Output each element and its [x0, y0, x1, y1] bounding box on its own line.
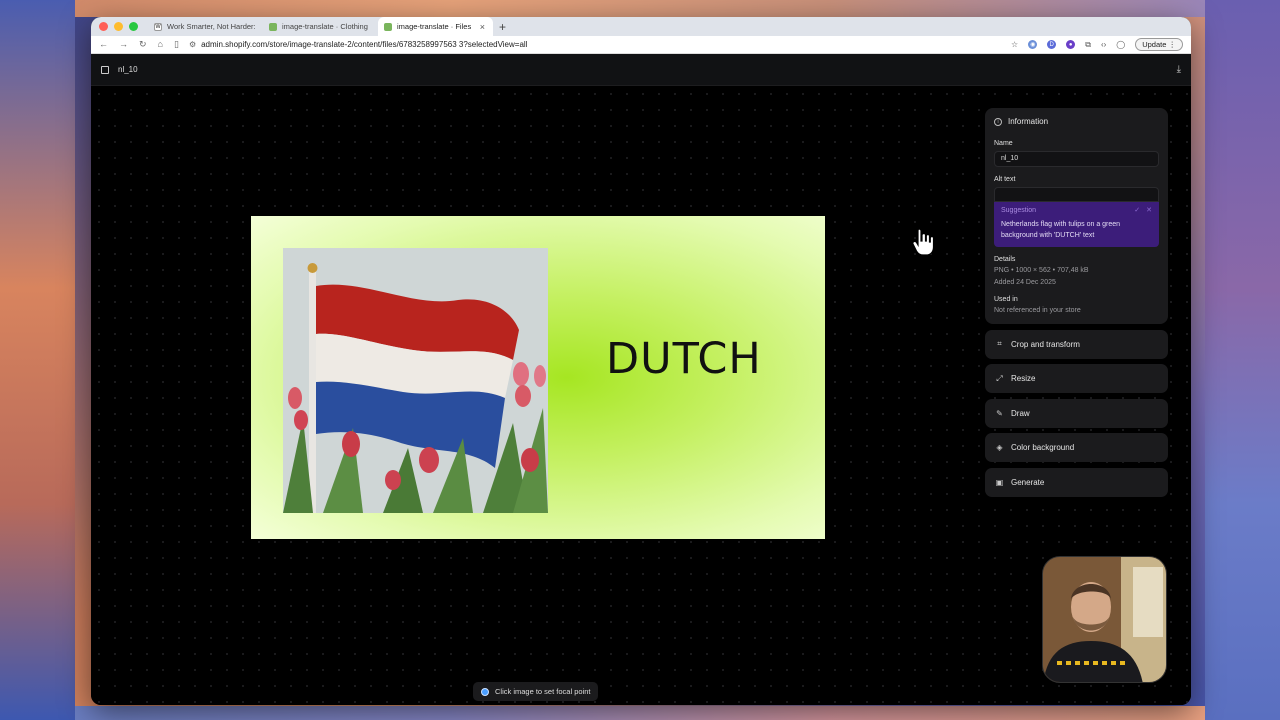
shopify-favicon-icon	[384, 22, 392, 31]
devtools-icon[interactable]: ‹›	[1101, 40, 1106, 49]
browser-window: w Work Smarter, Not Harder: 2 image-tran…	[91, 17, 1191, 705]
action-label: Color background	[1011, 443, 1075, 452]
used-in-label: Used in	[994, 296, 1018, 303]
webcam-overlay	[1042, 556, 1167, 683]
reload-icon[interactable]: ↻	[139, 39, 147, 50]
close-tab-icon[interactable]: ×	[480, 22, 485, 32]
exit-icon[interactable]	[101, 65, 109, 74]
site-settings-icon[interactable]: ⚙	[189, 40, 196, 49]
flag-photo	[283, 248, 548, 513]
sidebar-icon[interactable]: ▯	[174, 39, 179, 50]
suggestion-actions: ✓ ✕	[1134, 206, 1152, 214]
action-label: Crop and transform	[1011, 339, 1080, 349]
action-label: Generate	[1011, 477, 1045, 487]
action-label: Draw	[1011, 408, 1030, 418]
tab-label: image-translate · Clothing is	[282, 22, 370, 31]
download-icon[interactable]: ⤓	[1177, 64, 1181, 75]
new-tab-button[interactable]: +	[499, 20, 506, 34]
resize-button[interactable]: ⤢ Resize	[985, 364, 1168, 393]
desktop-wallpaper-right	[1205, 0, 1280, 720]
information-card: i Information Name nl_10 Alt text Sugges…	[985, 108, 1168, 324]
profile-icon[interactable]: ◯	[1116, 40, 1125, 49]
resize-icon: ⤢	[996, 373, 1003, 383]
file-details-panel: i Information Name nl_10 Alt text Sugges…	[985, 108, 1168, 497]
bookmark-star-icon[interactable]: ☆	[1011, 40, 1018, 49]
url-field[interactable]: ⚙ admin.shopify.com/store/image-translat…	[189, 40, 1001, 49]
extension-d-icon[interactable]: D	[1047, 40, 1057, 49]
tab-label: image-translate · Files	[397, 22, 472, 31]
alt-text-input[interactable]	[994, 187, 1159, 202]
image-preview[interactable]: DUTCH	[251, 216, 825, 539]
info-icon: i	[994, 117, 1002, 126]
file-editor-header: nl_10 ⤓	[91, 54, 1191, 86]
w-favicon-icon: w	[154, 22, 162, 31]
color-background-button[interactable]: ◈ Color background	[985, 433, 1168, 462]
close-window-button[interactable]	[99, 22, 108, 31]
desktop-wallpaper-left	[0, 0, 75, 720]
netherlands-flag-illustration	[283, 248, 548, 513]
details-added: Added 24 Dec 2025	[994, 279, 1056, 286]
draw-button[interactable]: ✎ Draw	[985, 398, 1168, 428]
generate-icon: ▣	[995, 477, 1004, 487]
suggestion-title: Suggestion	[1001, 206, 1037, 214]
details-label: Details	[994, 256, 1016, 263]
nav-controls: ← → ↻ ⌂ ▯	[99, 39, 179, 50]
shopify-favicon-icon	[269, 22, 277, 31]
suggestion-text[interactable]: Netherlands flag with tulips on a green …	[1001, 219, 1152, 241]
update-label: Update	[1142, 40, 1167, 49]
focal-point-hint: Click image to set focal point	[473, 682, 599, 701]
focal-point-icon	[481, 687, 489, 696]
alt-text-suggestion: Suggestion ✓ ✕ Netherlands flag with tul…	[994, 202, 1159, 247]
file-name-title: nl_10	[118, 65, 138, 74]
browser-tab[interactable]: image-translate · Clothing is	[263, 17, 378, 36]
forward-icon[interactable]: →	[119, 39, 128, 50]
focal-point-text: Click image to set focal point	[495, 687, 591, 696]
extension-icon[interactable]: ◉	[1028, 40, 1038, 49]
image-caption-text: DUTCH	[606, 334, 762, 384]
information-header: i Information	[994, 117, 1159, 126]
name-input[interactable]: nl_10	[994, 151, 1159, 167]
details-meta: PNG • 1000 × 562 • 707,48 kB	[994, 267, 1089, 274]
color-background-icon: ◈	[996, 443, 1003, 452]
presenter-video	[1043, 557, 1166, 682]
extensions-puzzle-icon[interactable]: ⧉	[1085, 40, 1091, 50]
browser-tab-active[interactable]: image-translate · Files ×	[378, 17, 493, 36]
suggestion-header: Suggestion ✓ ✕	[1001, 206, 1152, 215]
address-bar: ← → ↻ ⌂ ▯ ⚙ admin.shopify.com/store/imag…	[91, 36, 1191, 54]
update-button[interactable]: Update ⋮	[1135, 38, 1183, 51]
action-label: Resize	[1011, 374, 1036, 383]
draw-icon: ✎	[996, 408, 1003, 418]
tab-label: Work Smarter, Not Harder: 2	[167, 22, 255, 31]
crop-and-transform-button[interactable]: ⌗ Crop and transform	[985, 329, 1168, 359]
hand-cursor-icon	[912, 228, 935, 256]
home-icon[interactable]: ⌂	[158, 39, 163, 50]
maximize-window-button[interactable]	[129, 22, 138, 31]
image-canvas: DUTCH i Information Name nl_10 Alt text …	[91, 86, 1191, 705]
generate-button[interactable]: ▣ Generate	[985, 467, 1168, 497]
url-text: admin.shopify.com/store/image-translate-…	[201, 40, 528, 49]
desktop-wallpaper-bottom	[75, 706, 1205, 720]
window-controls	[99, 22, 138, 31]
extensions-area: ☆ ◉ D ● ⧉ ‹› ◯ Update ⋮	[1011, 38, 1183, 51]
name-label: Name	[994, 140, 1013, 147]
browser-tab[interactable]: w Work Smarter, Not Harder: 2	[148, 17, 263, 36]
alt-text-label: Alt text	[994, 176, 1016, 183]
tab-bar: w Work Smarter, Not Harder: 2 image-tran…	[91, 17, 1191, 36]
desktop-wallpaper-top	[75, 0, 1205, 17]
dismiss-suggestion-icon[interactable]: ✕	[1146, 206, 1152, 214]
used-in-value: Not referenced in your store	[994, 307, 1081, 314]
minimize-window-button[interactable]	[114, 22, 123, 31]
information-title: Information	[1008, 117, 1049, 126]
header-left: nl_10	[101, 65, 138, 74]
accept-suggestion-icon[interactable]: ✓	[1134, 206, 1140, 214]
back-icon[interactable]: ←	[99, 39, 108, 50]
extension-badge-icon[interactable]: ●	[1066, 40, 1076, 49]
crop-icon: ⌗	[997, 339, 1002, 348]
